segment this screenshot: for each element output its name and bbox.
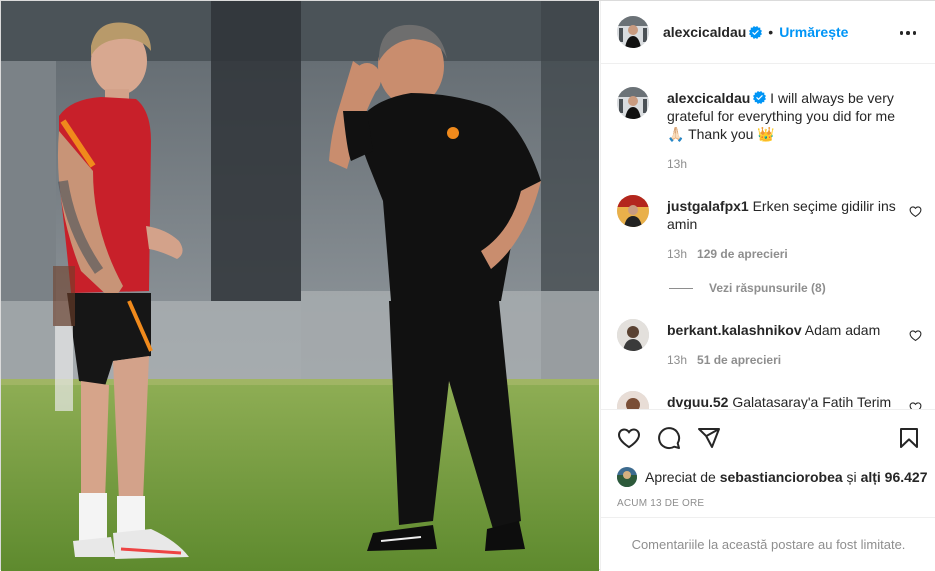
likes-summary: Apreciat de sebastiancіorobea și alți 96…: [617, 467, 928, 487]
likes-and: și: [846, 469, 857, 485]
follow-button[interactable]: Urmărește: [779, 24, 848, 40]
separator-dot: •: [768, 24, 774, 40]
heart-icon[interactable]: [617, 426, 641, 450]
comment-icon[interactable]: [657, 426, 681, 450]
comment-text: Galatasaray'a Fatih Terim: [732, 394, 892, 409]
post-actions: [601, 409, 935, 465]
liker-avatar[interactable]: [617, 467, 637, 487]
comments-limited-notice: Comentariile la această postare au fost …: [601, 517, 935, 571]
comment-username[interactable]: justgalafpx1: [667, 198, 749, 214]
comment-item: justgalafpx1 Erken seçime gidilir ins am…: [617, 195, 922, 265]
comment-time[interactable]: 13h: [667, 247, 687, 261]
comment-username[interactable]: dvguu.52: [667, 394, 728, 409]
likes-others[interactable]: alți 96.427: [861, 469, 928, 485]
comment-meta: 13h 51 de aprecieri: [667, 353, 781, 367]
comment-time[interactable]: 13h: [667, 353, 687, 367]
comment-body: berkant.kalashnikov Adam adam: [667, 321, 897, 339]
heart-icon[interactable]: [909, 401, 922, 409]
caption: alexcicaldau I will always be very grate…: [617, 87, 922, 177]
comment-item: dvguu.52 Galatasaray'a Fatih Terim: [617, 391, 922, 409]
caption-username[interactable]: alexcicaldau: [667, 90, 750, 106]
comment-likes[interactable]: 51 de aprecieri: [697, 353, 781, 367]
heart-icon[interactable]: [909, 329, 922, 342]
post-photo[interactable]: [1, 1, 599, 571]
instagram-post: alexcicaldau • Urmărește alexcicaldau I …: [0, 0, 935, 571]
comment-body: justgalafpx1 Erken seçime gidilir ins am…: [667, 197, 897, 233]
author-avatar[interactable]: [617, 16, 649, 48]
view-replies-button[interactable]: Vezi răspunsurile (8): [669, 281, 826, 295]
replies-divider: [669, 287, 693, 289]
post-side-panel: alexcicaldau • Urmărește alexcicaldau I …: [600, 1, 935, 571]
commenter-avatar[interactable]: [617, 319, 649, 351]
likes-prefix: Apreciat de: [645, 469, 716, 485]
commenter-avatar[interactable]: [617, 195, 649, 227]
commenter-avatar[interactable]: [617, 391, 649, 409]
caption-body: alexcicaldau I will always be very grate…: [667, 89, 897, 143]
comment-body: dvguu.52 Galatasaray'a Fatih Terim: [667, 393, 897, 409]
verified-badge-icon: [749, 25, 763, 39]
bookmark-icon[interactable]: [897, 426, 921, 450]
comment-meta: 13h 129 de aprecieri: [667, 247, 788, 261]
comment-item: berkant.kalashnikov Adam adam 13h 51 de a…: [617, 319, 922, 369]
caption-avatar[interactable]: [617, 87, 649, 119]
more-options-icon[interactable]: [898, 23, 918, 43]
comment-likes[interactable]: 129 de aprecieri: [697, 247, 788, 261]
caption-meta: 13h: [667, 157, 687, 171]
heart-icon[interactable]: [909, 205, 922, 218]
post-header: alexcicaldau • Urmărește: [601, 1, 935, 64]
post-timestamp[interactable]: Acum 13 de ore: [617, 498, 704, 509]
caption-time[interactable]: 13h: [667, 157, 687, 171]
author-username[interactable]: alexcicaldau: [663, 24, 746, 40]
view-replies-label: Vezi răspunsurile (8): [709, 281, 826, 295]
verified-badge-icon: [753, 91, 767, 104]
likes-user[interactable]: sebastiancіorobea: [720, 469, 843, 485]
share-icon[interactable]: [697, 426, 721, 450]
comments-list[interactable]: alexcicaldau I will always be very grate…: [601, 65, 935, 409]
comment-username[interactable]: berkant.kalashnikov: [667, 322, 802, 338]
comment-text: Adam adam: [804, 322, 881, 338]
post-image: [1, 1, 599, 571]
